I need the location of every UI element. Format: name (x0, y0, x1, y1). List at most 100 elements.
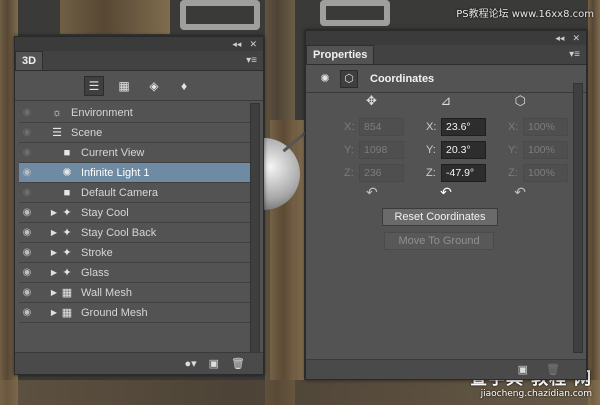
layer-type-icon: ▦ (61, 307, 73, 319)
layer-type-icon: ✦ (62, 267, 72, 279)
panel-properties-tabrow: Properties ▾≡ (306, 45, 586, 65)
layer-label: Current View (81, 146, 145, 159)
scale-field[interactable]: 100% (523, 140, 568, 159)
pos-axis-label: Z: (344, 166, 354, 179)
new-object-icon[interactable]: ▣ (518, 363, 528, 376)
eye-icon[interactable]: ◉ (19, 307, 35, 318)
layer-row[interactable]: ◉ ▶ ✦ Stay Cool Back (19, 223, 251, 243)
panel-properties: ◂◂ ✕ Properties ▾≡ ✺ ⬡ Coordinates ✥ ⊿ ⬡… (305, 30, 587, 380)
layer-type-icon: ■ (63, 146, 71, 159)
eye-icon[interactable]: ◉ (19, 247, 35, 258)
pos-field[interactable]: 236 (359, 163, 404, 182)
eye-icon[interactable]: ◉ (19, 287, 35, 298)
scale-axis-label: Y: (508, 143, 518, 156)
layer-type-icon: ☰ (52, 127, 62, 139)
tab-3d[interactable]: 3D (15, 51, 44, 70)
layer-row[interactable]: ◉ ☰ Scene (19, 123, 251, 143)
rot-field[interactable]: -47.9° (441, 163, 486, 182)
layer-row[interactable]: ◉ ■ Current View (19, 143, 251, 163)
eye-icon[interactable]: ◉ (19, 147, 35, 158)
close-icon[interactable]: ✕ (572, 33, 580, 44)
eye-icon[interactable]: ◉ (19, 127, 35, 138)
scale-field[interactable]: 100% (523, 163, 568, 182)
eye-icon[interactable]: ◉ (19, 187, 35, 198)
properties-title: Coordinates (370, 72, 435, 85)
pos-axis-label: X: (344, 120, 355, 133)
scale-axis-label: Z: (508, 166, 518, 179)
eye-icon[interactable]: ◉ (19, 227, 35, 238)
move-to-ground-button[interactable]: Move To Ground (384, 232, 494, 250)
trash-icon[interactable]: 🗑 (231, 357, 245, 370)
scale-field[interactable]: 100% (523, 117, 568, 136)
layer-label: Infinite Light 1 (81, 166, 150, 179)
panel-properties-footer: ▣ 🗑 (306, 359, 586, 379)
layer-row[interactable]: ◉ ▶ ✦ Glass (19, 263, 251, 283)
pos-field[interactable]: 854 (359, 117, 404, 136)
layer-label: Default Camera (81, 186, 159, 199)
panel-3d-topbar: ◂◂ ✕ (15, 37, 263, 51)
pos-field[interactable]: 1098 (359, 140, 404, 159)
panel-3d: ◂◂ ✕ 3D ▾≡ ☰ ▦ ◈ ♦ ◉ ☼ Environment ◉ ☰ Scene ◉ ■ Cu… (14, 36, 264, 375)
collapse-icon[interactable]: ◂◂ (555, 33, 564, 44)
panel-menu-icon[interactable]: ▾≡ (569, 49, 580, 60)
scene-layer-list: ◉ ☼ Environment ◉ ☰ Scene ◉ ■ Current View ◉ ✺ Infi… (19, 103, 251, 323)
layer-list-scrollbar[interactable] (250, 103, 260, 369)
layer-type-icon: ✦ (62, 247, 72, 259)
close-icon[interactable]: ✕ (249, 39, 257, 50)
scale-axis-label: X: (508, 120, 519, 133)
new-object-icon[interactable]: ▣ (209, 357, 219, 370)
collapse-icon[interactable]: ◂◂ (232, 39, 241, 50)
layer-label: Ground Mesh (81, 306, 148, 319)
rot-field[interactable]: 23.6° (441, 117, 486, 136)
layer-type-icon: ✺ (62, 167, 72, 179)
layer-row[interactable]: ◉ ✺ Infinite Light 1 (19, 163, 251, 183)
layer-label: Environment (71, 106, 133, 119)
expand-arrow-icon[interactable]: ▶ (49, 208, 59, 217)
reset-coordinates-button[interactable]: Reset Coordinates (382, 208, 498, 226)
watermark-bottom-url: jiaocheng.chazidian.com (480, 389, 592, 399)
layer-row[interactable]: ◉ ▶ ✦ Stroke (19, 243, 251, 263)
layer-row[interactable]: ◉ ▶ ▦ Wall Mesh (19, 283, 251, 303)
eye-icon[interactable]: ◉ (19, 207, 35, 218)
layer-row[interactable]: ◉ ▶ ✦ Stay Cool (19, 203, 251, 223)
expand-arrow-icon[interactable]: ▶ (49, 288, 59, 297)
rot-axis-label: X: (426, 120, 437, 133)
layer-type-icon: ✦ (62, 207, 72, 219)
filter-meshes-icon[interactable]: ▦ (114, 76, 134, 96)
filter-materials-icon[interactable]: ◈ (144, 76, 164, 96)
reset-position-icon[interactable]: ↶ (366, 184, 378, 201)
coordinates-icon[interactable]: ⬡ (340, 69, 358, 88)
reset-icons-row: ↶ ↶ ↶ (366, 184, 526, 201)
panel-properties-topbar: ◂◂ ✕ (306, 31, 586, 45)
properties-scrollbar[interactable] (573, 83, 583, 353)
rot-field[interactable]: 20.3° (441, 140, 486, 159)
layer-row[interactable]: ◉ ■ Default Camera (19, 183, 251, 203)
expand-arrow-icon[interactable]: ▶ (49, 248, 59, 257)
filter-lights-icon[interactable]: ♦ (174, 76, 194, 96)
light-settings-icon[interactable]: ✺ (316, 70, 334, 88)
layer-label: Stay Cool Back (81, 226, 157, 239)
rot-axis-label: Z: (426, 166, 436, 179)
eye-icon[interactable]: ◉ (19, 107, 35, 118)
layer-row[interactable]: ◉ ☼ Environment (19, 103, 251, 123)
layer-row[interactable]: ◉ ▶ ▦ Ground Mesh (19, 303, 251, 323)
properties-header: ✺ ⬡ Coordinates (306, 65, 586, 93)
eye-icon[interactable]: ◉ (19, 167, 35, 178)
eye-icon[interactable]: ◉ (19, 267, 35, 278)
panel-menu-icon[interactable]: ▾≡ (246, 55, 257, 66)
coordinate-grid: X: 854 X: 23.6° X: 100% Y: 1098 Y: 20.3° Y: 100% Z: 2… (344, 115, 590, 184)
tab-properties[interactable]: Properties (306, 45, 375, 64)
filter-toolbar: ☰ ▦ ◈ ♦ (15, 71, 263, 101)
expand-arrow-icon[interactable]: ▶ (49, 228, 59, 237)
filter-whole-scene-icon[interactable]: ☰ (84, 75, 104, 96)
layer-label: Wall Mesh (81, 286, 132, 299)
reset-scale-icon[interactable]: ↶ (514, 184, 526, 201)
add-light-icon[interactable]: ●▾ (184, 357, 196, 370)
expand-arrow-icon[interactable]: ▶ (49, 308, 59, 317)
trash-icon[interactable]: 🗑 (546, 363, 560, 376)
expand-arrow-icon[interactable]: ▶ (49, 268, 59, 277)
reset-rotation-icon[interactable]: ↶ (440, 184, 452, 201)
layer-type-icon: ☼ (51, 106, 63, 119)
coordinate-row: Z: 236 Z: -47.9° Z: 100% (344, 161, 590, 184)
layer-label: Stroke (81, 246, 113, 259)
